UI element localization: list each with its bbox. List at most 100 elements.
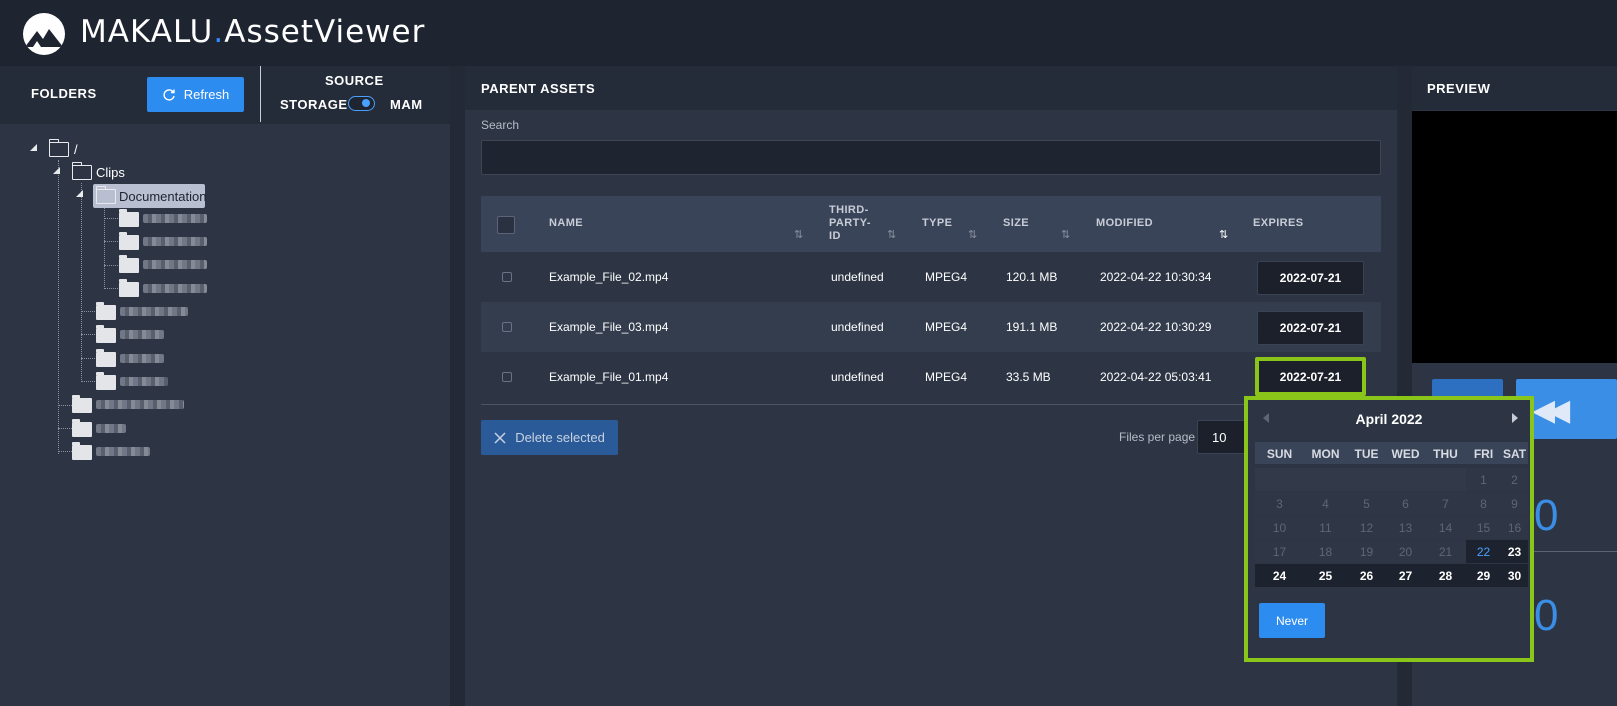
cell-size: 120.1 MB [1006,270,1058,284]
column-header-modified[interactable]: MODIFIED [1096,217,1153,230]
expires-date-button[interactable]: 2022-07-21 [1257,311,1364,345]
calendar-day-disabled: 19 [1347,540,1386,563]
redacted-folder-name[interactable] [143,260,207,269]
calendar-day[interactable]: 29 [1466,564,1501,587]
calendar-day-disabled: 6 [1386,492,1425,515]
sort-type-icon[interactable]: ⇅ [968,228,977,241]
expand-toggle-icon[interactable] [53,167,60,174]
cell-name: Example_File_03.mp4 [549,320,669,334]
calendar-day[interactable]: 26 [1347,564,1386,587]
column-header-name[interactable]: NAME [549,217,583,230]
row-checkbox[interactable] [502,272,512,282]
row-checkbox[interactable] [502,372,512,382]
redacted-folder-name[interactable] [143,237,207,246]
table-row[interactable]: Example_File_03.mp4 undefined MPEG4 191.… [481,302,1381,352]
tree-connector [81,358,95,359]
expires-date-button[interactable]: 2022-07-21 [1257,261,1364,295]
column-header-size[interactable]: SIZE [1003,217,1029,230]
timecode-partial: 0 [1534,491,1559,540]
calendar-day[interactable]: 30 [1501,564,1528,587]
cell-type: MPEG4 [925,370,968,384]
table-row[interactable]: Example_File_02.mp4 undefined MPEG4 120.… [481,252,1381,302]
tree-node-documentation[interactable]: Documentation [119,189,206,204]
tree-connector [81,183,82,382]
folders-header: FOLDERS Refresh SOURCE STORAGE MAM [0,66,450,124]
tree-connector [104,241,118,242]
weekday-label: SAT [1502,447,1527,461]
calendar-day-disabled: 21 [1425,540,1466,563]
redacted-folder-name[interactable] [120,307,188,316]
cell-third-party-id: undefined [831,270,884,284]
folder-open-icon [71,162,92,180]
tree-connector [58,451,72,452]
folder-icon [96,349,116,367]
column-header-expires[interactable]: EXPIRES [1253,217,1304,230]
calendar-month-title: April 2022 [1355,411,1423,427]
calendar-day-disabled: 9 [1501,492,1528,515]
refresh-icon [163,88,175,101]
sort-modified-desc-icon[interactable]: ⇅ [1219,228,1228,241]
calendar-day-disabled: 3 [1255,492,1304,515]
cell-size: 33.5 MB [1006,370,1051,384]
select-all-checkbox[interactable] [497,216,515,234]
folder-icon [119,232,139,250]
calendar-day-disabled: 11 [1304,516,1347,539]
expires-date-button-active[interactable]: 2022-07-21 [1255,357,1366,396]
calendar-day-disabled: 1 [1466,468,1501,491]
sort-name-icon[interactable]: ⇅ [794,228,803,241]
calendar-weekday-header: SUN MON TUE WED THU FRI SAT [1255,442,1528,464]
search-input[interactable] [481,140,1381,175]
tree-node-clips[interactable]: Clips [96,165,125,180]
redacted-folder-name[interactable] [120,330,164,339]
row-checkbox[interactable] [502,322,512,332]
calendar-day-disabled: 2 [1501,468,1528,491]
cell-name: Example_File_02.mp4 [549,270,669,284]
calendar-day[interactable]: 24 [1255,564,1304,587]
calendar-day-disabled: 4 [1304,492,1347,515]
delete-selected-button[interactable]: Delete selected [481,420,618,455]
tree-connector [104,218,118,219]
calendar-day[interactable]: 25 [1304,564,1347,587]
video-player[interactable] [1412,111,1617,363]
sort-size-icon[interactable]: ⇅ [1061,228,1070,241]
redacted-folder-name[interactable] [96,400,184,409]
redacted-folder-name[interactable] [143,284,207,293]
calendar-day-today[interactable]: 22 [1466,540,1501,563]
calendar-day[interactable]: 23 [1501,540,1528,563]
parent-assets-title: PARENT ASSETS [481,81,596,96]
close-icon [494,431,506,444]
delete-selected-label: Delete selected [515,430,605,445]
sort-third-party-id-icon[interactable]: ⇅ [887,228,896,241]
preview-title: PREVIEW [1427,81,1491,96]
source-title: SOURCE [325,73,384,88]
redacted-folder-name[interactable] [143,214,207,223]
redacted-folder-name[interactable] [96,447,150,456]
storage-label: STORAGE [280,97,348,112]
tree-node-root[interactable]: / [74,142,78,157]
source-toggle[interactable] [348,96,375,111]
refresh-button[interactable]: Refresh [147,77,244,112]
cell-third-party-id: undefined [831,370,884,384]
calendar-day-disabled: 20 [1386,540,1425,563]
column-header-type[interactable]: TYPE [922,217,952,230]
weekday-label: WED [1391,447,1420,461]
cell-name: Example_File_01.mp4 [549,370,669,384]
never-button[interactable]: Never [1259,603,1325,638]
calendar-day-disabled: 7 [1425,492,1466,515]
redacted-folder-name[interactable] [120,377,168,386]
tree-connector [81,381,95,382]
parent-assets-header: PARENT ASSETS [465,66,1397,110]
calendar-day[interactable]: 28 [1425,564,1466,587]
redacted-folder-name[interactable] [120,354,164,363]
expand-toggle-icon[interactable] [30,144,37,151]
redacted-folder-name[interactable] [96,424,126,433]
expand-toggle-icon[interactable] [76,190,83,197]
calendar-day-disabled: 18 [1304,540,1347,563]
tree-connector [58,405,72,406]
next-month-icon[interactable] [1512,413,1518,423]
calendar-day[interactable]: 27 [1386,564,1425,587]
table-row[interactable]: Example_File_01.mp4 undefined MPEG4 33.5… [481,352,1381,402]
tree-connector [81,311,95,312]
column-header-third-party-id[interactable]: THIRD- PARTY- ID [829,204,871,243]
folder-icon [96,302,116,320]
